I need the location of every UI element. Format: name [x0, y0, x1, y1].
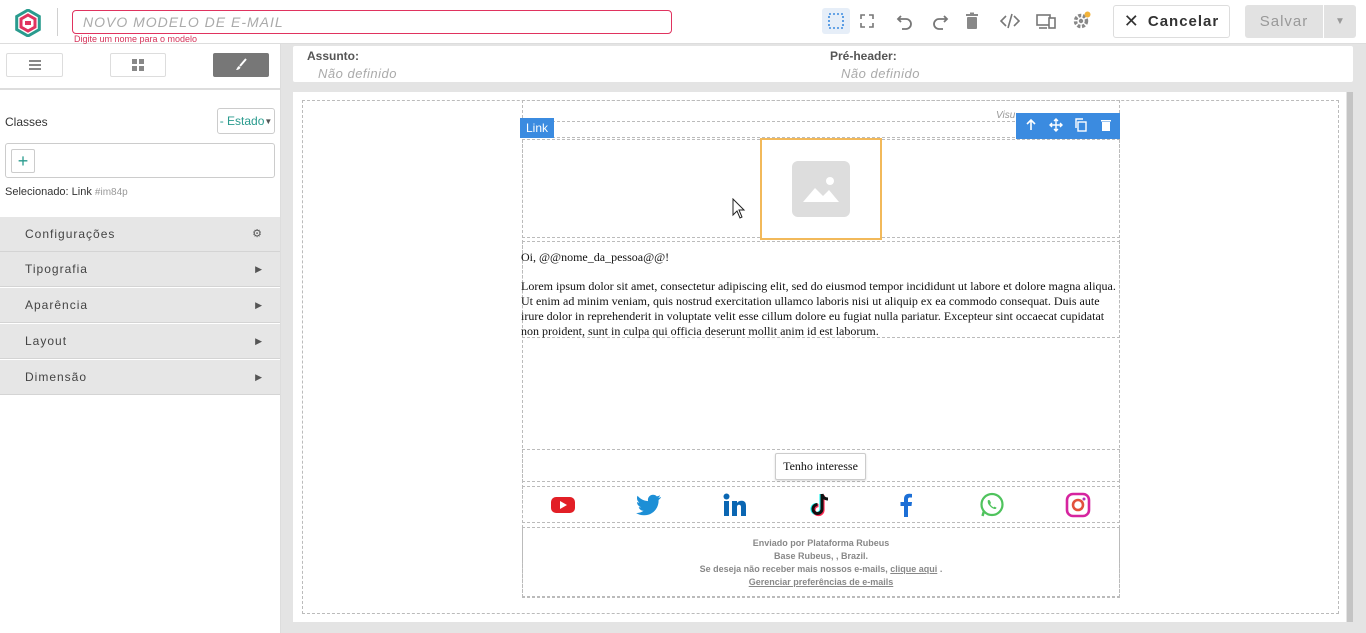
image-placeholder-icon — [792, 161, 850, 217]
arrow-up-icon[interactable] — [1019, 118, 1043, 135]
save-button[interactable]: Salvar — [1245, 5, 1323, 38]
template-name-hint: Digite um nome para o modelo — [74, 34, 198, 44]
state-select-value: - Estado — [219, 114, 265, 128]
chevron-right-icon: ▶ — [255, 336, 263, 346]
section-dimensao[interactable]: Dimensão ▶ — [0, 360, 280, 395]
selected-id: #im84p — [94, 187, 128, 198]
canvas-scrollbar[interactable] — [1347, 92, 1353, 622]
section-label: Dimensão — [25, 370, 88, 384]
footer-address: Base Rubeus, , Brazil. — [773, 551, 869, 561]
section-tipografia[interactable]: Tipografia ▶ — [0, 252, 280, 287]
selected-name: Link — [71, 186, 92, 198]
caret-down-icon: ▼ — [264, 116, 273, 126]
chevron-right-icon: ▶ — [255, 372, 263, 382]
style-manager-panel: Classes - Estado ▼ + Selecionado: Link #i… — [0, 44, 281, 633]
trash-icon[interactable] — [1094, 118, 1118, 135]
chevron-right-icon: ▶ — [255, 264, 263, 274]
mouse-cursor-icon — [732, 197, 746, 220]
section-label: Configurações — [25, 227, 116, 241]
select-icon[interactable] — [822, 8, 850, 34]
footer-period: . — [939, 564, 943, 574]
preheader-label: Pré-header: — [830, 49, 897, 63]
greeting-text[interactable]: Oi, @@nome_da_pessoa@@! — [521, 250, 669, 265]
selected-label: Selecionado: — [5, 186, 69, 198]
style-manager-tab[interactable] — [213, 53, 269, 77]
state-select[interactable]: - Estado ▼ — [217, 108, 275, 134]
preheader-value[interactable]: Não definido — [841, 66, 920, 81]
layers-tab[interactable] — [6, 53, 63, 77]
section-configuracoes[interactable]: Configurações ⚙ — [0, 217, 280, 252]
cta-button[interactable]: Tenho interesse — [775, 453, 866, 480]
section-label: Tipografia — [25, 262, 88, 276]
fullscreen-icon[interactable] — [853, 8, 881, 34]
undo-icon[interactable] — [891, 8, 919, 34]
divider — [57, 8, 58, 36]
blocks-tab[interactable] — [110, 53, 166, 77]
email-footer: Enviado por Plataforma Rubeus Base Rubeu… — [522, 537, 1120, 589]
clone-icon[interactable] — [1069, 117, 1093, 135]
header-image[interactable] — [760, 138, 882, 240]
section-layout[interactable]: Layout ▶ — [0, 324, 280, 359]
facebook-icon[interactable] — [891, 490, 921, 520]
view-online-link[interactable]: Visu — [996, 110, 1015, 121]
manage-preferences-link[interactable]: Gerenciar preferências de e-mails — [522, 576, 1120, 589]
section-label: Layout — [25, 334, 68, 348]
subject-label: Assunto: — [307, 49, 359, 63]
divider — [0, 88, 281, 90]
top-toolbar: Digite um nome para o modelo ✕ Cancelar … — [0, 0, 1366, 44]
rubeus-logo-icon — [14, 8, 42, 38]
chevron-right-icon: ▶ — [255, 300, 263, 310]
trash-icon[interactable] — [958, 8, 986, 34]
close-icon: ✕ — [1123, 11, 1140, 31]
section-aparencia[interactable]: Aparência ▶ — [0, 288, 280, 323]
gear-icon: ⚙ — [252, 228, 263, 240]
selected-component-badge: Link — [520, 118, 555, 138]
whatsapp-icon[interactable] — [977, 490, 1007, 520]
template-name-input[interactable] — [72, 10, 672, 34]
youtube-icon[interactable] — [548, 490, 578, 520]
paintbrush-icon — [236, 58, 247, 70]
component-toolbar — [1016, 113, 1120, 139]
layers-icon — [28, 60, 41, 70]
cancel-label: Cancelar — [1147, 13, 1220, 30]
classes-box: + — [5, 143, 275, 178]
blocks-icon — [132, 59, 144, 71]
footer-unsubscribe-text: Se deseja não receber mais nossos e-mail… — [699, 564, 888, 574]
code-icon[interactable] — [996, 8, 1024, 34]
twitter-icon[interactable] — [634, 490, 664, 520]
instagram-icon[interactable] — [1063, 490, 1093, 520]
footer-sender: Enviado por Plataforma Rubeus — [752, 538, 890, 548]
tiktok-icon[interactable] — [805, 490, 835, 520]
selected-component-row: Selecionado: Link #im84p — [5, 186, 128, 198]
footer-unsubscribe-line: Se deseja não receber mais nossos e-mail… — [522, 563, 1120, 576]
subject-value[interactable]: Não definido — [318, 66, 397, 81]
email-header-card: Assunto: Não definido Pré-header: Não de… — [293, 46, 1353, 82]
gear-icon[interactable] — [1067, 8, 1095, 34]
add-class-button[interactable]: + — [11, 149, 35, 173]
cancel-button[interactable]: ✕ Cancelar — [1113, 5, 1230, 38]
caret-down-icon: ▼ — [1335, 16, 1345, 27]
redo-icon[interactable] — [926, 8, 954, 34]
classes-label: Classes — [5, 115, 48, 129]
body-text[interactable]: Lorem ipsum dolor sit amet, consectetur … — [521, 279, 1119, 339]
save-dropdown-button[interactable]: ▼ — [1324, 5, 1356, 38]
devices-icon[interactable] — [1032, 8, 1060, 34]
unsubscribe-link[interactable]: clique aqui — [890, 564, 937, 574]
linkedin-icon[interactable] — [720, 490, 750, 520]
section-label: Aparência — [25, 298, 89, 312]
move-icon[interactable] — [1044, 117, 1068, 135]
